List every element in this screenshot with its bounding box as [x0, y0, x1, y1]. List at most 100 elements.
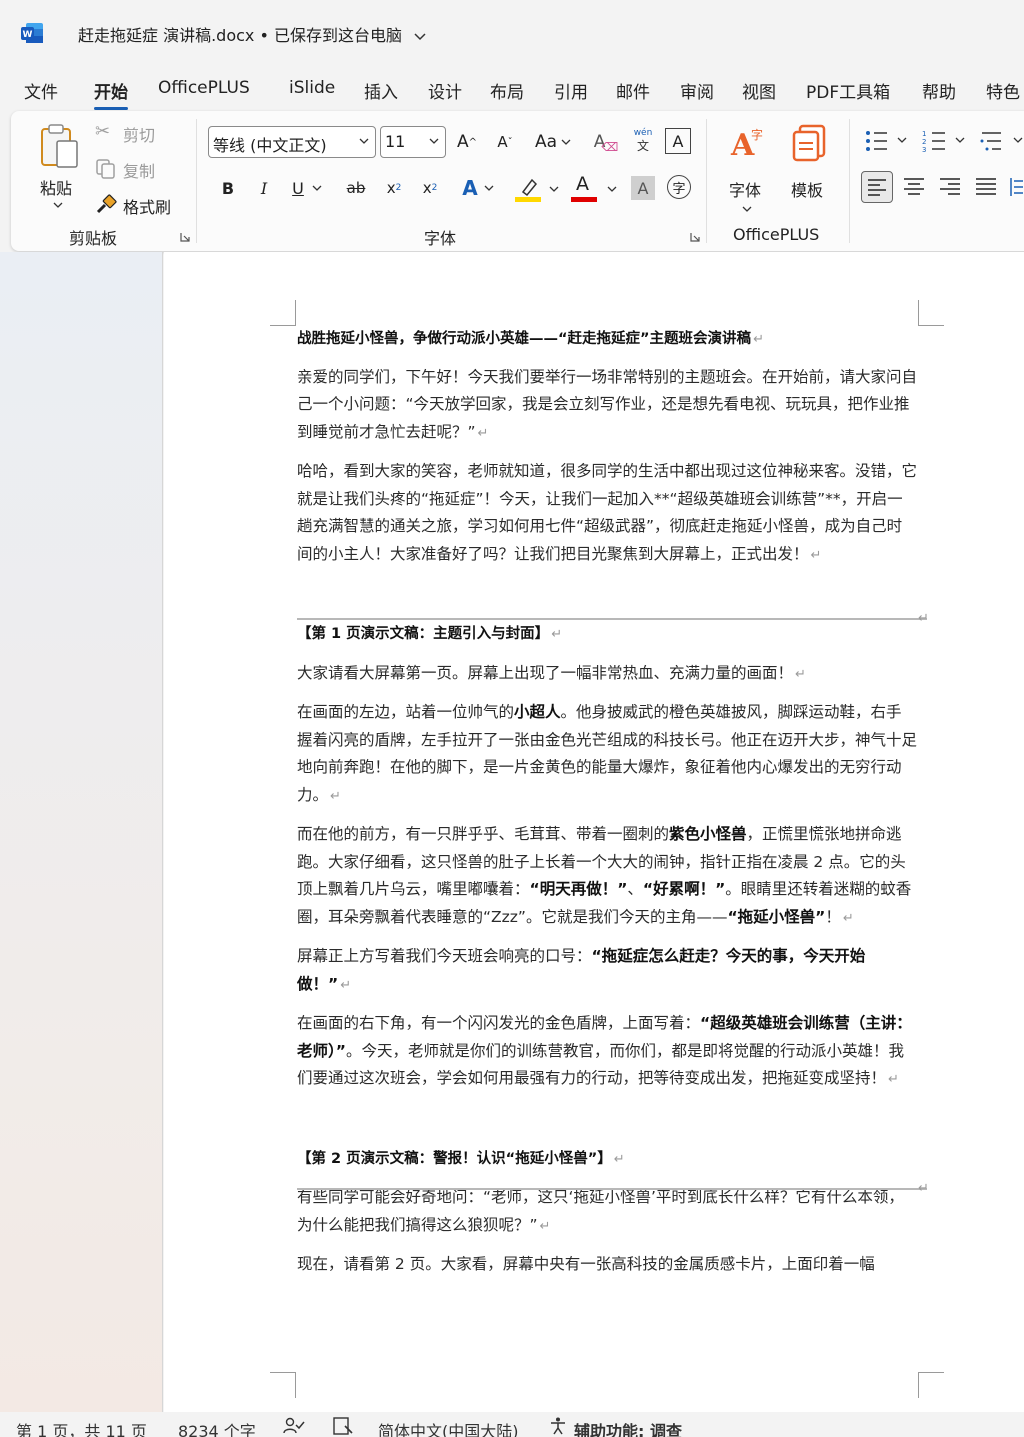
- focus-mode-icon[interactable]: [332, 1416, 354, 1436]
- chevron-down-icon[interactable]: [413, 32, 427, 42]
- paragraph-mark-icon: ↵: [613, 1151, 625, 1167]
- italic-icon[interactable]: I: [251, 173, 277, 203]
- officeplus-font-button[interactable]: A字 字体: [723, 121, 771, 215]
- page-count[interactable]: 第 1 页，共 11 页: [16, 1418, 147, 1437]
- section-1-paragraph-3-bold: 紫色小怪兽: [669, 825, 747, 843]
- superscript-icon[interactable]: x2: [417, 173, 443, 203]
- tab-view[interactable]: 视图: [742, 78, 776, 103]
- distributed-icon: [1010, 178, 1023, 196]
- character-border-icon[interactable]: A: [665, 128, 691, 154]
- chevron-down-icon: [742, 206, 752, 212]
- paragraph-mark-icon: ↵: [795, 666, 806, 682]
- font-size-box[interactable]: 11: [380, 126, 446, 158]
- change-case-label: Aa: [534, 132, 558, 152]
- dialog-launcher-icon[interactable]: [689, 231, 701, 243]
- underline-icon[interactable]: U: [285, 173, 329, 203]
- template-icon: [792, 124, 826, 162]
- section-1-paragraph-3-bold: “好累啊！”: [642, 880, 726, 898]
- section-1-paragraph-3-text: 而在他的前方，有一只胖乎乎、毛茸茸、带着一圈刺的: [297, 825, 670, 843]
- document-body[interactable]: 战胜拖延小怪兽，争做行动派小英雄——“赶走拖延症”主题班会演讲稿 ↵ 亲爱的同学们…: [297, 326, 917, 1290]
- language-indicator[interactable]: 简体中文(中国大陆): [378, 1418, 519, 1437]
- section-1-paragraph-5-text: 在画面的右下角，有一个闪闪发光的金色盾牌，上面写着：: [297, 1014, 701, 1032]
- align-center-button[interactable]: [903, 177, 925, 197]
- cut-button[interactable]: ✂ 剪切: [95, 121, 185, 145]
- shrink-font-icon[interactable]: Aˇ: [490, 127, 520, 157]
- section-2-paragraph-2: 现在，请看第 2 页。大家看，屏幕中央有一张高科技的金属质感卡片，上面印着一幅: [297, 1255, 875, 1273]
- font-size-value: 11: [385, 132, 406, 151]
- svg-text:1: 1: [922, 130, 926, 138]
- chevron-down-icon: [549, 186, 559, 192]
- character-shading-icon[interactable]: A: [631, 176, 655, 200]
- paragraph-mark-icon: ↵: [477, 425, 489, 441]
- paragraph-mark-icon: ↵: [918, 611, 929, 626]
- tab-pdf-tools[interactable]: PDF工具箱: [806, 78, 890, 103]
- chevron-down-icon[interactable]: [429, 137, 439, 145]
- tab-review[interactable]: 审阅: [680, 78, 714, 103]
- paragraph-mark-icon: ↵: [753, 332, 764, 347]
- paste-icon: [41, 124, 78, 168]
- tab-islide[interactable]: iSlide: [289, 78, 335, 98]
- document-title[interactable]: 赶走拖延症 演讲稿.docx • 已保存到这台电脑: [78, 22, 427, 46]
- horizontal-rule: [297, 1188, 927, 1190]
- chevron-down-icon: [561, 139, 571, 145]
- bold-icon[interactable]: B: [215, 173, 241, 203]
- tab-home[interactable]: 开始: [94, 78, 128, 110]
- subscript-icon[interactable]: x2: [381, 173, 407, 203]
- dialog-launcher-icon[interactable]: [179, 231, 191, 243]
- numbered-list-icon: 123: [922, 130, 965, 154]
- officeplus-template-button[interactable]: 模板: [785, 121, 833, 201]
- grow-font-icon[interactable]: A ^: [452, 127, 482, 157]
- separator: [849, 119, 850, 243]
- multilevel-list-button[interactable]: [979, 127, 1024, 155]
- highlight-color-button[interactable]: [513, 173, 563, 205]
- section-1-paragraph-3-bold: “明天再做！”: [529, 880, 628, 898]
- clear-formatting-icon[interactable]: A ⌫: [591, 127, 621, 157]
- section-1-paragraph-3-text: 、: [627, 880, 643, 898]
- proofing-icon[interactable]: [282, 1416, 306, 1436]
- font-name-box[interactable]: 等线 (中文正文): [208, 126, 376, 158]
- font-group-label: 字体: [424, 229, 457, 248]
- tab-officeplus[interactable]: OfficePLUS: [158, 78, 250, 98]
- officeplus-template-label: 模板: [791, 181, 824, 200]
- copy-button[interactable]: 复制: [95, 157, 185, 181]
- justify-icon: [976, 178, 996, 195]
- tab-help[interactable]: 帮助: [922, 78, 956, 103]
- change-case-button[interactable]: Aa: [529, 127, 577, 157]
- left-navigation-pane: [0, 252, 163, 1412]
- svg-text:W: W: [23, 30, 33, 40]
- strikethrough-icon[interactable]: ab: [341, 173, 371, 203]
- crop-mark: [918, 1372, 944, 1398]
- font-color-button[interactable]: A: [571, 173, 621, 205]
- align-left-button[interactable]: [861, 171, 893, 203]
- tab-design[interactable]: 设计: [428, 78, 462, 103]
- numbering-button[interactable]: 123: [921, 127, 969, 155]
- chevron-down-icon[interactable]: [359, 137, 369, 145]
- distributed-button[interactable]: [1009, 177, 1023, 197]
- bullets-button[interactable]: [863, 127, 911, 155]
- section-1-paragraph-5-text: 。今天，老师就是你们的训练营教官，而你们，都是即将觉醒的行动派小英雄！我们要通过…: [297, 1041, 904, 1088]
- tab-references[interactable]: 引用: [554, 78, 588, 103]
- phonetic-guide-icon[interactable]: wén 文: [628, 128, 658, 158]
- align-left-icon: [868, 179, 886, 196]
- text-effects-icon[interactable]: A: [455, 173, 501, 203]
- tab-insert[interactable]: 插入: [364, 78, 398, 103]
- tab-featured[interactable]: 特色: [986, 78, 1020, 103]
- chevron-down-icon: [484, 185, 494, 191]
- format-painter-button[interactable]: 格式刷: [95, 193, 195, 217]
- intro-paragraph-1: 亲爱的同学们，下午好！今天我们要举行一场非常特别的主题班会。在开始前，请大家问自…: [297, 367, 918, 441]
- justify-button[interactable]: [975, 177, 997, 197]
- section-1-paragraph-2-bold: 小超人: [514, 703, 561, 721]
- tab-file[interactable]: 文件: [24, 78, 58, 103]
- align-right-button[interactable]: [939, 177, 961, 197]
- accessibility-status[interactable]: 辅助功能: 调查: [574, 1418, 682, 1437]
- word-app-icon[interactable]: W: [20, 22, 44, 44]
- save-status: • 已保存到这台电脑: [259, 26, 403, 45]
- word-count[interactable]: 8234 个字: [178, 1418, 256, 1437]
- tab-mailings[interactable]: 邮件: [616, 78, 650, 103]
- title-bar: W 赶走拖延症 演讲稿.docx • 已保存到这台电脑: [0, 0, 1024, 66]
- paste-button[interactable]: 粘贴: [33, 119, 85, 209]
- accessibility-icon[interactable]: [548, 1416, 568, 1436]
- enclosed-characters-icon[interactable]: 字: [667, 175, 691, 199]
- officeplus-font-icon: A字: [730, 127, 763, 163]
- tab-layout[interactable]: 布局: [490, 78, 524, 103]
